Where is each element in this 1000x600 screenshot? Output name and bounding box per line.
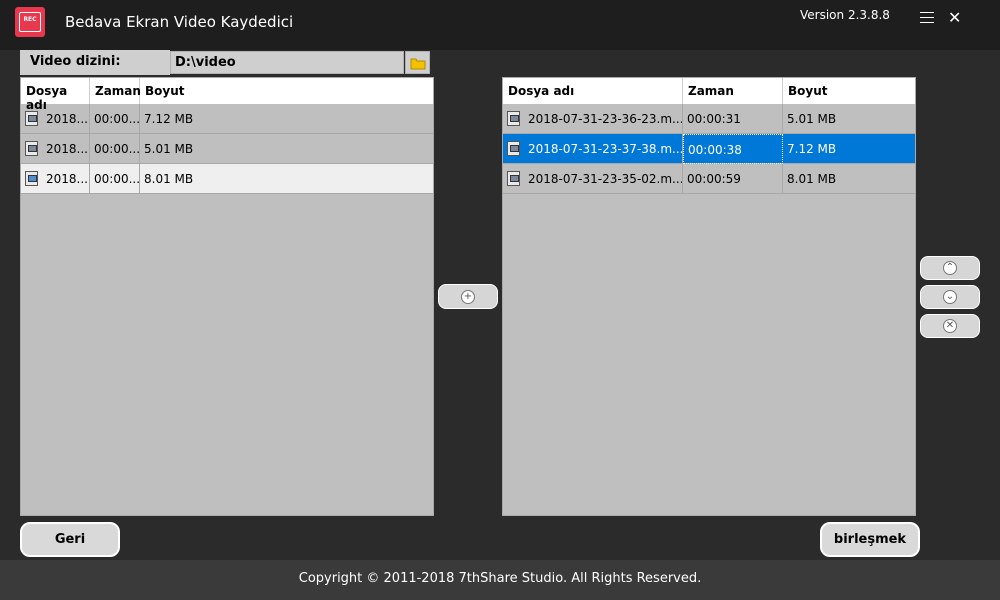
file-time-cell: 00:00:31 bbox=[683, 104, 783, 134]
browse-folder-button[interactable] bbox=[405, 51, 430, 74]
video-file-icon bbox=[507, 171, 522, 187]
video-file-icon bbox=[25, 111, 40, 127]
footer: Copyright © 2011-2018 7thShare Studio. A… bbox=[0, 560, 1000, 600]
video-directory-input[interactable]: D:\video bbox=[170, 51, 404, 74]
file-time-cell: 00:00... bbox=[90, 164, 140, 194]
file-name-cell: 2018-07-31-23-35-02.m... bbox=[524, 164, 683, 194]
copyright-text: Copyright © 2011-2018 7thShare Studio. A… bbox=[298, 571, 702, 586]
chevron-up-icon: ⌃ bbox=[943, 261, 957, 275]
file-time-cell: 00:00:59 bbox=[683, 164, 783, 194]
rec-logo-icon: REC bbox=[15, 7, 45, 37]
video-file-icon bbox=[507, 141, 522, 157]
file-size-cell: 5.01 MB bbox=[144, 142, 194, 156]
plus-icon: + bbox=[461, 289, 475, 304]
file-size-cell: 7.12 MB bbox=[144, 112, 194, 126]
file-name-cell: 2018... bbox=[42, 164, 90, 194]
merge-table-header: Dosya adı Zaman Boyut bbox=[503, 78, 915, 104]
merge-file-list[interactable]: Dosya adı Zaman Boyut 2018-07-31-23-36-2… bbox=[502, 77, 916, 516]
file-name-cell: 2018... bbox=[42, 104, 90, 134]
file-size-cell: 5.01 MB bbox=[787, 112, 837, 126]
column-header-time[interactable]: Zaman bbox=[683, 78, 783, 104]
source-file-list[interactable]: Dosya adı Zaman Boyut 2018... 00:00... 7… bbox=[20, 77, 434, 516]
file-name-cell: 2018... bbox=[42, 134, 90, 164]
file-time-cell: 00:00... bbox=[90, 134, 140, 164]
trash-icon: ✕ bbox=[943, 319, 957, 333]
app-title: Bedava Ekran Video Kaydedici bbox=[65, 13, 294, 31]
source-table-header: Dosya adı Zaman Boyut bbox=[21, 78, 434, 112]
merge-table-row[interactable]: 2018-07-31-23-35-02.m... 00:00:59 8.01 M… bbox=[503, 164, 915, 194]
add-to-list-button[interactable]: + bbox=[438, 284, 498, 309]
version-label: Version 2.3.8.8 bbox=[800, 8, 890, 22]
column-header-time[interactable]: Zaman bbox=[90, 78, 141, 104]
column-header-size[interactable]: Boyut bbox=[140, 78, 434, 104]
file-name-cell: 2018-07-31-23-36-23.m... bbox=[524, 104, 683, 134]
move-up-button[interactable]: ⌃ bbox=[920, 256, 980, 280]
source-table-row[interactable]: 2018... 00:00... 8.01 MB bbox=[21, 164, 433, 194]
file-size-cell: 8.01 MB bbox=[787, 172, 837, 186]
back-button[interactable]: Geri bbox=[20, 522, 120, 557]
video-file-icon bbox=[507, 111, 522, 127]
merge-table-row-selected[interactable]: 2018-07-31-23-37-38.m... 00:00:38 7.12 M… bbox=[503, 134, 915, 164]
source-table-row[interactable]: 2018... 00:00... 7.12 MB bbox=[21, 104, 433, 134]
file-time-cell: 00:00... bbox=[90, 104, 140, 134]
merge-table-row[interactable]: 2018-07-31-23-36-23.m... 00:00:31 5.01 M… bbox=[503, 104, 915, 134]
video-directory-label-box: Video dizini: bbox=[20, 50, 170, 75]
menu-icon[interactable] bbox=[920, 12, 934, 24]
file-name-cell: 2018-07-31-23-37-38.m... bbox=[524, 134, 683, 164]
close-icon[interactable]: ✕ bbox=[948, 8, 961, 27]
file-size-cell: 8.01 MB bbox=[144, 172, 194, 186]
title-bar: REC Bedava Ekran Video Kaydedici Version… bbox=[0, 0, 1000, 50]
video-directory-label: Video dizini: bbox=[30, 54, 121, 69]
file-time-cell: 00:00:38 bbox=[683, 134, 783, 164]
column-header-name[interactable]: Dosya adı bbox=[503, 78, 683, 104]
source-table-row[interactable]: 2018... 00:00... 5.01 MB bbox=[21, 134, 433, 164]
delete-button[interactable]: ✕ bbox=[920, 314, 980, 338]
column-header-size[interactable]: Boyut bbox=[783, 78, 916, 104]
video-file-icon bbox=[25, 141, 40, 157]
chevron-down-icon: ⌄ bbox=[943, 290, 957, 304]
logo-text: REC bbox=[23, 16, 37, 23]
merge-button[interactable]: birleşmek bbox=[820, 522, 920, 557]
folder-icon bbox=[410, 58, 426, 70]
column-header-name[interactable]: Dosya adı bbox=[21, 78, 90, 112]
move-down-button[interactable]: ⌄ bbox=[920, 285, 980, 309]
file-size-cell: 7.12 MB bbox=[787, 142, 837, 156]
video-file-icon bbox=[25, 171, 40, 187]
